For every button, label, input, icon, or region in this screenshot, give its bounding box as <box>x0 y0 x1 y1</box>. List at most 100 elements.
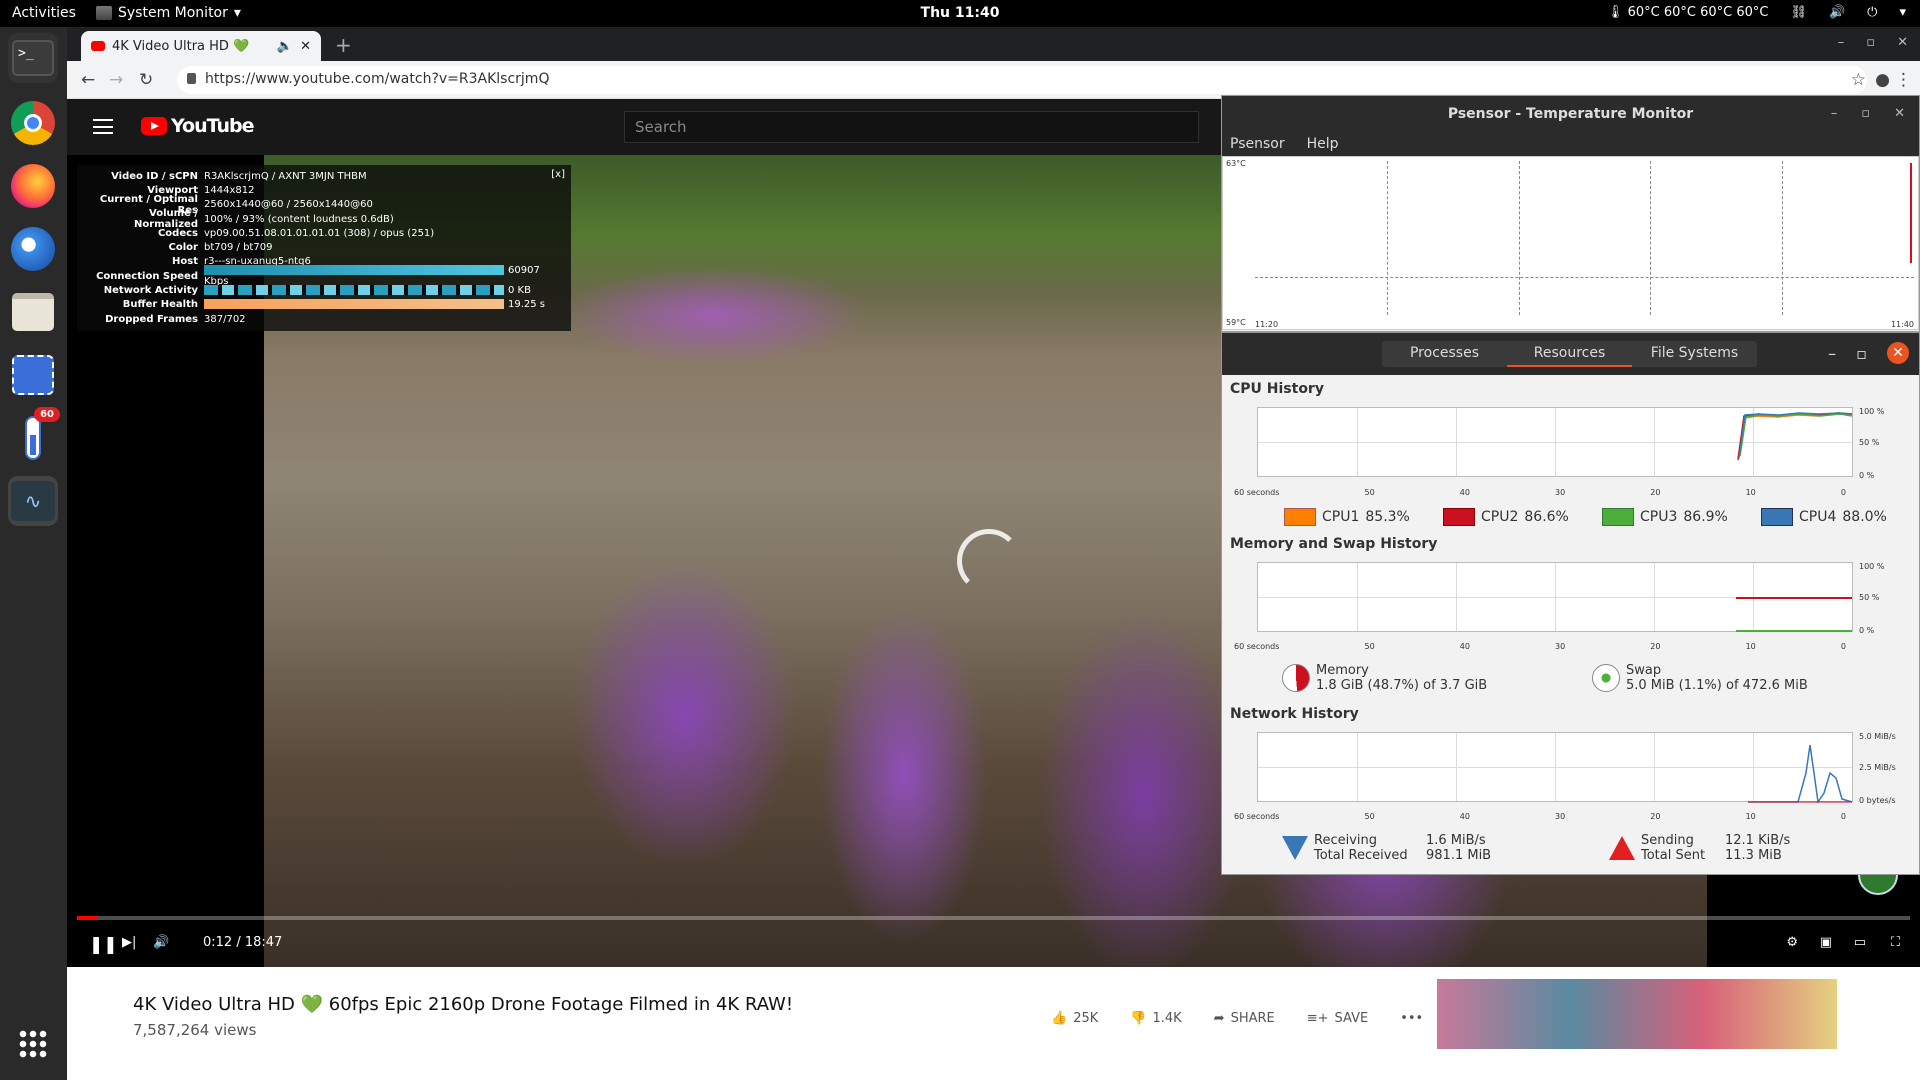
dock-psensor[interactable]: 60 <box>8 407 60 463</box>
sending-legend[interactable]: Sending 12.1 KiB/s Total Sent 11.3 MiB <box>1609 833 1790 863</box>
dislike-button[interactable]: 👎 1.4K <box>1130 1011 1181 1026</box>
swap-pie-icon[interactable] <box>1592 664 1620 692</box>
close-tab-icon[interactable]: ✕ <box>300 39 311 54</box>
minimize-icon[interactable]: – <box>1838 35 1845 50</box>
bookmark-star-icon[interactable]: ☆ <box>1851 70 1866 90</box>
fullscreen-icon[interactable]: ⛶ <box>1891 935 1900 950</box>
cpu1-swatch[interactable] <box>1284 508 1316 526</box>
menu-kebab-icon[interactable]: ⋮ <box>1895 70 1912 90</box>
upload-arrow-icon[interactable] <box>1609 836 1635 860</box>
cpu4-swatch[interactable] <box>1761 508 1793 526</box>
cpu2-swatch[interactable] <box>1443 508 1475 526</box>
profile-icon[interactable]: ● <box>1875 70 1890 90</box>
tab-processes[interactable]: Processes <box>1382 341 1507 367</box>
player-controls: ❚❚ ▶| 🔊 0:12 / 18:47 ⚙ ▣ ▭ ⛶ <box>67 925 1920 965</box>
minimize-icon[interactable]: – <box>1831 106 1838 121</box>
thumbs-up-icon: 👍 <box>1051 1011 1068 1026</box>
stats-for-nerds-panel: [x] Video ID / sCPN R3AKlscrjmQ / AXNT 3M… <box>77 165 571 331</box>
tab-file-systems[interactable]: File Systems <box>1632 341 1757 367</box>
ad-banner[interactable] <box>1437 979 1837 1049</box>
dock-files[interactable] <box>8 287 58 337</box>
youtube-logo-text: YouTube <box>171 115 254 137</box>
net-x-axis: 60 seconds 50 40 30 20 10 0 <box>1234 812 1846 821</box>
settings-gear-icon[interactable]: ⚙ <box>1786 935 1798 950</box>
close-icon[interactable]: ✕ <box>1887 342 1909 364</box>
share-button[interactable]: ➦ SHARE <box>1214 1011 1275 1026</box>
address-bar[interactable]: https://www.youtube.com/watch?v=R3AKlscr… <box>177 66 1867 94</box>
dock-thunderbird[interactable] <box>8 224 58 274</box>
stats-row: Connection Speed 60907 Kbps <box>96 265 540 288</box>
dock-chrome[interactable] <box>8 98 58 148</box>
network-activity-bar <box>204 285 504 296</box>
back-arrow-icon[interactable]: ← <box>81 70 95 90</box>
forward-arrow-icon[interactable]: → <box>109 70 123 90</box>
miniplayer-icon[interactable]: ▣ <box>1820 935 1832 950</box>
hamburger-menu-icon[interactable] <box>93 119 113 134</box>
stats-row: Video ID / sCPN R3AKlscrjmQ / AXNT 3MJN T… <box>111 170 367 182</box>
show-applications-button[interactable] <box>8 1019 58 1069</box>
volume-icon[interactable]: 🔊 <box>1829 5 1845 20</box>
close-icon[interactable]: ✕ <box>1897 35 1908 50</box>
tab-resources[interactable]: Resources <box>1507 341 1632 367</box>
dock-terminal[interactable]: >_ <box>8 33 58 83</box>
browser-tab[interactable]: 4K Video Ultra HD 💚 🔈 ✕ <box>81 31 321 61</box>
cpu3-legend[interactable]: CPU3 86.9% <box>1602 508 1728 526</box>
loading-spinner-icon <box>957 529 1021 593</box>
volume-icon[interactable]: 🔊 <box>153 935 169 950</box>
stats-row: Volume / Normalized 100% / 93% (content l… <box>134 208 394 231</box>
mem-y-mid: 50 % <box>1859 593 1880 602</box>
dock-firefox[interactable] <box>8 161 58 211</box>
download-arrow-icon[interactable] <box>1282 836 1308 860</box>
stats-row: Codecs vp09.00.51.08.01.01.01.01 (308) / … <box>157 227 435 239</box>
memory-pie-icon[interactable] <box>1282 664 1310 692</box>
video-title: 4K Video Ultra HD 💚 60fps Epic 2160p Dro… <box>133 994 794 1015</box>
app-menu[interactable]: System Monitor ▾ <box>96 5 241 21</box>
thumbs-down-icon: 👎 <box>1130 1011 1147 1026</box>
minimize-icon[interactable]: – <box>1828 344 1836 363</box>
more-options-icon[interactable]: ••• <box>1400 1011 1423 1026</box>
like-button[interactable]: 👍 25K <box>1051 1011 1098 1026</box>
cpu4-legend[interactable]: CPU4 88.0% <box>1761 508 1887 526</box>
new-tab-button[interactable]: + <box>335 33 352 57</box>
dock-system-monitor[interactable]: ∿ <box>8 476 58 526</box>
swap-legend[interactable]: Swap 5.0 MiB (1.1%) of 472.6 MiB <box>1592 663 1808 693</box>
activities-button[interactable]: Activities <box>12 5 76 21</box>
connection-speed-bar <box>204 265 504 276</box>
close-icon[interactable]: ✕ <box>1894 106 1905 121</box>
reload-icon[interactable]: ↻ <box>139 70 153 90</box>
stats-close-button[interactable]: [x] <box>551 169 565 180</box>
youtube-logo[interactable]: YouTube <box>141 115 254 137</box>
memory-legend[interactable]: Memory 1.8 GiB (48.7%) of 3.7 GiB <box>1282 663 1487 693</box>
youtube-search-input[interactable]: Search <box>624 111 1199 143</box>
cpu2-legend[interactable]: CPU2 86.6% <box>1443 508 1569 526</box>
system-tray[interactable]: 🌡 60°C 60°C 60°C 60°C ⛓ 🔊 ⏻ ▾ <box>1607 5 1906 20</box>
temperature-indicator[interactable]: 🌡 60°C 60°C 60°C 60°C <box>1607 5 1769 20</box>
speaker-icon[interactable]: 🔈 <box>277 39 293 54</box>
network-history-graph <box>1257 732 1853 803</box>
cpu1-legend[interactable]: CPU1 85.3% <box>1284 508 1410 526</box>
video-actions: 👍 25K 👎 1.4K ➦ SHARE ≡+ SAVE ••• <box>1051 1011 1423 1026</box>
theater-mode-icon[interactable]: ▭ <box>1854 935 1866 950</box>
screenshot-icon <box>12 355 54 395</box>
cpu4-line <box>1738 412 1853 459</box>
power-icon[interactable]: ⏻ <box>1867 5 1877 20</box>
dock-screenshot[interactable] <box>8 350 58 400</box>
menu-help[interactable]: Help <box>1307 136 1339 152</box>
cpu3-swatch[interactable] <box>1602 508 1634 526</box>
lock-icon <box>187 73 196 84</box>
chevron-down-icon[interactable]: ▾ <box>1899 5 1906 20</box>
video-progress-bar[interactable] <box>77 916 1910 920</box>
maximize-icon[interactable]: ▫ <box>1861 106 1870 121</box>
save-button[interactable]: ≡+ SAVE <box>1307 1011 1368 1026</box>
pause-icon[interactable]: ❚❚ <box>89 935 118 955</box>
clock[interactable]: Thu 11:40 <box>921 5 1000 21</box>
menu-psensor[interactable]: Psensor <box>1230 136 1285 152</box>
view-switcher: Processes Resources File Systems <box>1382 341 1757 367</box>
network-icon[interactable]: ⛓ <box>1790 5 1807 20</box>
maximize-icon[interactable]: ▫ <box>1856 344 1867 363</box>
maximize-icon[interactable]: ▫ <box>1866 35 1875 50</box>
receiving-legend[interactable]: Receiving 1.6 MiB/s Total Received 981.1 M… <box>1282 833 1491 863</box>
files-icon <box>12 293 54 331</box>
next-icon[interactable]: ▶| <box>122 935 136 950</box>
system-monitor-window: Processes Resources File Systems – ▫ ✕ C… <box>1221 332 1920 875</box>
